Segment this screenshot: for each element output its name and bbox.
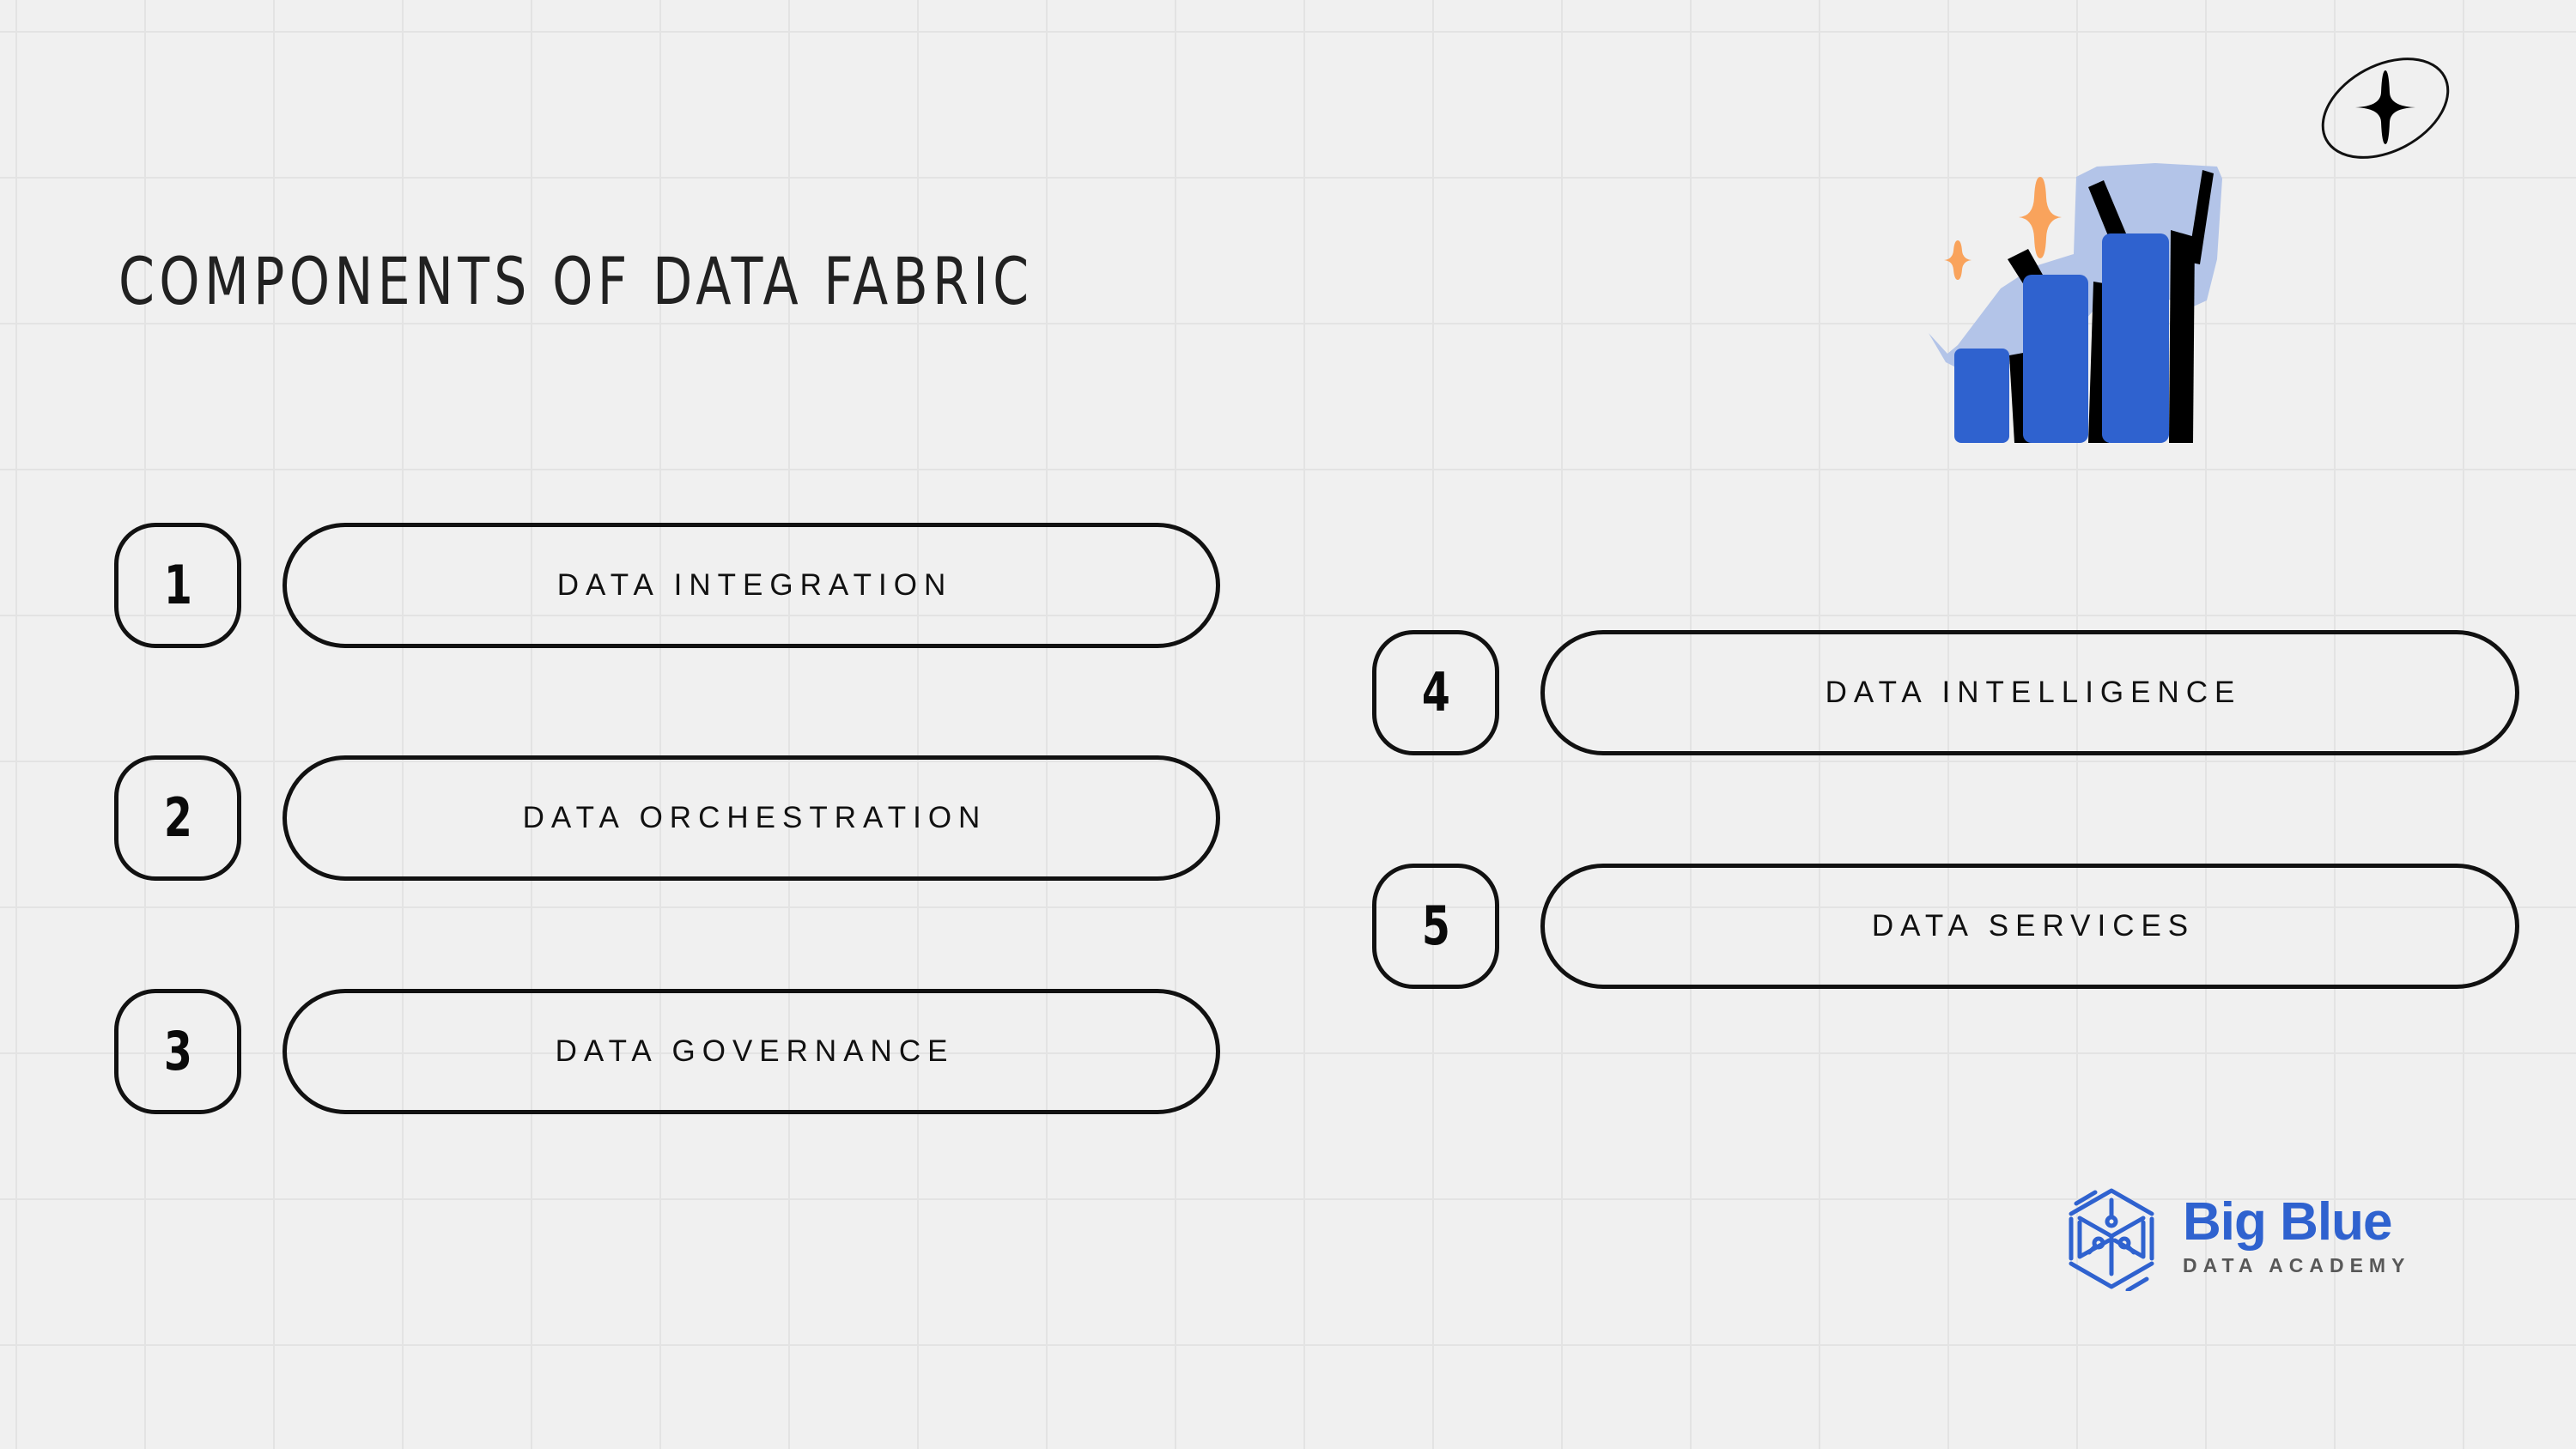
- component-badge-1[interactable]: 1: [114, 523, 241, 648]
- logo-name: Big Blue: [2183, 1192, 2392, 1252]
- logo-subtitle: DATA ACADEMY: [2183, 1253, 2411, 1276]
- component-label-1: DATA INTEGRATION: [556, 568, 953, 602]
- component-row-2: 2 DATA ORCHESTRATION: [114, 755, 1220, 881]
- component-number-4: 4: [1421, 661, 1450, 724]
- bar-chart-growth-illustration: [1898, 129, 2267, 498]
- component-row-3: 3 DATA GOVERNANCE: [114, 989, 1220, 1114]
- component-badge-5[interactable]: 5: [1372, 864, 1499, 989]
- component-pill-5[interactable]: DATA SERVICES: [1540, 864, 2519, 989]
- big-blue-hexagon-cube-icon: [2061, 1181, 2162, 1291]
- component-pill-4[interactable]: DATA INTELLIGENCE: [1540, 630, 2519, 755]
- component-number-3: 3: [163, 1020, 192, 1082]
- component-label-5: DATA SERVICES: [1871, 909, 2196, 943]
- logo-text-block: Big Blue DATA ACADEMY: [2183, 1195, 2410, 1276]
- component-label-2: DATA ORCHESTRATION: [522, 801, 987, 834]
- component-row-5: 5 DATA SERVICES: [1372, 864, 2519, 989]
- component-pill-3[interactable]: DATA GOVERNANCE: [283, 989, 1220, 1114]
- component-badge-4[interactable]: 4: [1372, 630, 1499, 755]
- component-pill-1[interactable]: DATA INTEGRATION: [283, 523, 1220, 648]
- page-title: COMPONENTS OF DATA FABRIC: [118, 243, 1034, 319]
- component-number-2: 2: [163, 786, 192, 849]
- component-badge-2[interactable]: 2: [114, 755, 241, 881]
- component-badge-3[interactable]: 3: [114, 989, 241, 1114]
- component-row-4: 4 DATA INTELLIGENCE: [1372, 630, 2519, 755]
- slide-canvas: COMPONENTS OF DATA FABRIC 1 DATA INTEGRA…: [0, 0, 2576, 1449]
- four-point-star-in-ellipse-icon: [2308, 48, 2463, 168]
- component-number-5: 5: [1421, 894, 1450, 957]
- brand-logo: Big Blue DATA ACADEMY: [2061, 1181, 2410, 1291]
- component-row-1: 1 DATA INTEGRATION: [114, 523, 1220, 648]
- component-label-4: DATA INTELLIGENCE: [1825, 676, 2242, 709]
- component-label-3: DATA GOVERNANCE: [555, 1034, 955, 1068]
- component-pill-2[interactable]: DATA ORCHESTRATION: [283, 755, 1220, 881]
- component-number-1: 1: [163, 554, 192, 616]
